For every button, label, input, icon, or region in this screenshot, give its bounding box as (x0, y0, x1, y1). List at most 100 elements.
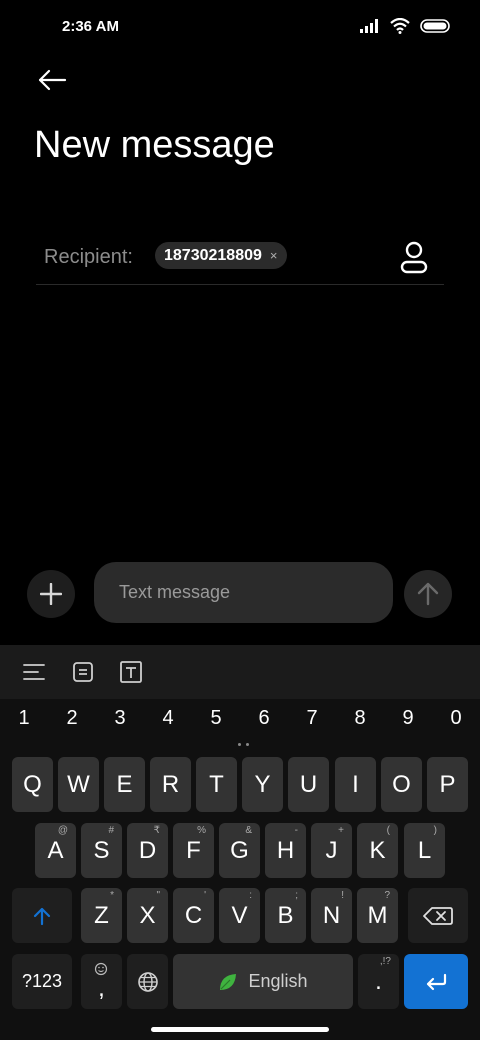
key-q[interactable]: Q (12, 757, 53, 812)
key-hint: & (245, 825, 252, 836)
key-label: Z (94, 901, 109, 929)
number-key[interactable]: 8 (336, 707, 384, 730)
recipient-number: 18730218809 (164, 246, 262, 264)
arrow-left-icon (38, 69, 67, 91)
key-w[interactable]: W (58, 757, 99, 812)
clipboard-icon (73, 662, 93, 682)
key-r[interactable]: R (150, 757, 191, 812)
key-label: X (139, 901, 156, 929)
key-label: M (367, 901, 388, 929)
number-key[interactable]: 7 (288, 707, 336, 730)
key-o[interactable]: O (381, 757, 422, 812)
number-key[interactable]: 9 (384, 707, 432, 730)
key-hint: ₹ (153, 825, 160, 836)
back-button[interactable] (32, 62, 72, 98)
key-y[interactable]: Y (242, 757, 283, 812)
key-x[interactable]: X " (127, 888, 168, 943)
language-key[interactable] (127, 954, 168, 1009)
key-hint: + (338, 825, 344, 836)
backspace-key[interactable] (408, 888, 468, 943)
signal-icon (360, 19, 378, 33)
clipboard-button[interactable] (70, 659, 96, 685)
emoji-comma-key[interactable]: , (81, 954, 122, 1009)
text-format-button[interactable] (118, 659, 144, 685)
key-a[interactable]: A @ (35, 823, 76, 878)
arrow-up-icon (417, 582, 439, 606)
key-hint: # (108, 825, 114, 836)
key-f[interactable]: F% (173, 823, 214, 878)
keyboard-toolbar (0, 645, 480, 699)
key-m[interactable]: M? (357, 888, 398, 943)
key-label: N (322, 901, 341, 929)
key-hint: ? (384, 890, 390, 901)
period-key[interactable]: . ,!? (358, 954, 399, 1009)
key-c[interactable]: C ' (173, 888, 214, 943)
status-bar: 2:36 AM (0, 0, 480, 56)
key-p[interactable]: P (427, 757, 468, 812)
text-format-icon (120, 661, 142, 683)
number-key[interactable]: 6 (240, 707, 288, 730)
key-t[interactable]: T (196, 757, 237, 812)
number-key[interactable]: 0 (432, 707, 480, 730)
key-k[interactable]: K( (357, 823, 398, 878)
key-label: V (231, 901, 248, 929)
plus-icon (40, 583, 62, 605)
key-label: C (184, 901, 203, 929)
key-hint: ' (204, 890, 206, 901)
text-message-input[interactable] (94, 562, 393, 623)
menu-button[interactable] (21, 659, 47, 685)
contact-picker-button[interactable] (398, 240, 430, 274)
key-hint: * (110, 890, 114, 901)
key-label: K (369, 836, 386, 864)
key-z[interactable]: Z * (81, 888, 122, 943)
menu-icon (23, 664, 45, 680)
recipient-label: Recipient: (44, 246, 133, 268)
key-label: G (230, 836, 249, 864)
shift-arrow-icon (33, 907, 51, 925)
number-key[interactable]: 2 (48, 707, 96, 730)
remove-recipient-button[interactable]: × (270, 248, 278, 263)
enter-key[interactable] (404, 954, 468, 1009)
wifi-icon (390, 18, 410, 34)
key-u[interactable]: U (288, 757, 329, 812)
key-hint: ( (386, 825, 390, 836)
shift-key[interactable] (12, 888, 72, 943)
key-g[interactable]: G & (219, 823, 260, 878)
status-icons (360, 18, 450, 34)
key-l[interactable]: L) (404, 823, 445, 878)
page-dots (238, 743, 249, 746)
key-h[interactable]: H- (265, 823, 306, 878)
key-s[interactable]: S # (81, 823, 122, 878)
key-hint: - (294, 825, 298, 836)
key-b[interactable]: B; (265, 888, 306, 943)
add-attachment-button[interactable] (27, 570, 75, 618)
key-v[interactable]: V: (219, 888, 260, 943)
backspace-icon (423, 906, 453, 925)
period-label: . (375, 967, 382, 995)
key-d[interactable]: D ₹ (127, 823, 168, 878)
send-button[interactable] (404, 570, 452, 618)
key-i[interactable]: I (335, 757, 376, 812)
home-indicator[interactable] (151, 1027, 329, 1032)
recipient-chip[interactable]: 18730218809 × (155, 242, 288, 269)
battery-icon (420, 19, 450, 33)
number-key[interactable]: 4 (144, 707, 192, 730)
key-label: F (186, 836, 201, 864)
number-row: 1 2 3 4 5 6 7 8 9 0 (0, 707, 480, 739)
status-time: 2:36 AM (62, 18, 119, 35)
key-hint: ; (295, 890, 298, 901)
key-label: H (276, 836, 295, 864)
key-e[interactable]: E (104, 757, 145, 812)
contact-icon (400, 241, 428, 274)
number-key[interactable]: 3 (96, 707, 144, 730)
symbols-key[interactable]: ?123 (12, 954, 72, 1009)
number-key[interactable]: 1 (0, 707, 48, 730)
key-hint: @ (57, 825, 68, 836)
number-key[interactable]: 5 (192, 707, 240, 730)
key-n[interactable]: N! (311, 888, 352, 943)
key-label: J (325, 836, 338, 864)
key-hint: ! (341, 890, 344, 901)
space-key[interactable]: English (173, 954, 353, 1009)
key-j[interactable]: J + (311, 823, 352, 878)
recipient-row[interactable]: Recipient: 18730218809 × (36, 232, 444, 285)
